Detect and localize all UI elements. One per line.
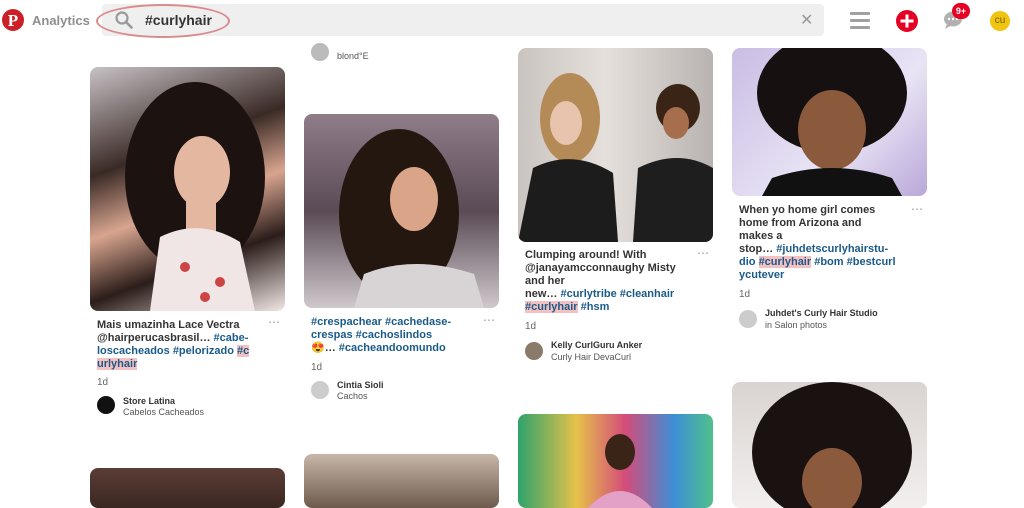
hashtag-link[interactable]: #crespachear #cachedase- (311, 316, 491, 329)
pin-text: stop… (739, 243, 774, 255)
pin-text: home from Arizona and (739, 217, 862, 229)
pin-text: and her (525, 275, 565, 287)
search-icon (115, 11, 133, 29)
pin-timestamp: 1d (97, 377, 109, 388)
pin-description[interactable]: #crespachear #cachedase- crespas #cachos… (311, 316, 491, 355)
clear-search-icon[interactable]: ✕ (800, 10, 813, 30)
more-options-icon[interactable]: ⋯ (268, 315, 281, 329)
pin-image[interactable] (90, 468, 285, 508)
author-avatar[interactable] (311, 381, 329, 399)
top-bar: P Analytics #curlyhair ✕ 9+ cu (0, 0, 1024, 44)
pin-image[interactable] (732, 382, 927, 508)
pin-image[interactable] (518, 48, 713, 242)
pin-text: new… (525, 288, 558, 300)
author-name[interactable]: Store Latina (123, 396, 175, 406)
hashtag-link[interactable]: #hsm (581, 301, 610, 313)
emoji: 😍… (311, 342, 336, 354)
highlighted-hashtag[interactable]: #curlyhair (758, 256, 812, 268)
pin-text: When yo home girl comes (739, 204, 876, 216)
pinterest-logo-icon[interactable]: P (2, 9, 24, 31)
hashtag-link[interactable]: #bom #bestcurl (814, 256, 895, 268)
pin-description[interactable]: Mais umazinha Lace Vectra @hairperucasbr… (97, 319, 282, 371)
author-subtitle: blond°E (337, 51, 369, 61)
highlighted-hashtag[interactable]: #curlyhair (525, 301, 578, 313)
svg-text:P: P (8, 11, 18, 30)
author-avatar[interactable] (97, 396, 115, 414)
analytics-link[interactable]: Analytics (32, 13, 90, 28)
pin-image[interactable] (518, 414, 713, 508)
hashtag-link[interactable]: ycutever (739, 269, 919, 282)
author-subtitle: Cabelos Cacheados (123, 407, 205, 417)
pin-image[interactable] (732, 48, 927, 196)
pin-image[interactable] (90, 67, 285, 311)
author-subtitle: Curly Hair DevaCurl (551, 352, 632, 362)
pin-timestamp: 1d (525, 321, 537, 332)
author-name[interactable]: Kelly CurlGuru Anker (551, 340, 642, 350)
pin-text: Clumping around! With (525, 249, 647, 261)
user-avatar[interactable]: cu (990, 11, 1010, 31)
more-options-icon[interactable]: ⋯ (483, 313, 496, 327)
pin-description[interactable]: Clumping around! With @janayamcconnaughy… (525, 249, 705, 314)
create-pin-plus-icon[interactable] (896, 10, 918, 32)
search-input[interactable]: #curlyhair (145, 12, 212, 28)
more-options-icon[interactable]: ⋯ (697, 246, 710, 260)
hashtag-link[interactable]: #juhdetscurlyhairstu- (776, 243, 888, 255)
pin-text: makes a (739, 230, 783, 242)
pin-text: @janayamcconnaughy Misty (525, 262, 676, 274)
notification-badge: 9+ (952, 3, 970, 19)
author-name[interactable]: Cintia Sioli (337, 380, 384, 390)
author-subtitle: in Salon photos (765, 320, 828, 330)
author-avatar[interactable] (739, 310, 757, 328)
hashtag-link[interactable]: #cacheandoomundo (339, 342, 446, 354)
pin-timestamp: 1d (311, 362, 323, 373)
author-name[interactable]: Juhdet's Curly Hair Studio (765, 308, 878, 318)
author-avatar[interactable] (311, 43, 329, 61)
menu-icon[interactable] (850, 12, 870, 30)
pin-timestamp: 1d (739, 289, 751, 300)
more-options-icon[interactable]: ⋯ (911, 202, 924, 216)
hashtag-link[interactable]: #curlytribe #cleanhair (560, 288, 674, 300)
hashtag-link[interactable]: dio (739, 256, 756, 268)
hashtag-link[interactable]: crespas #cachoslindos (311, 329, 491, 342)
author-subtitle: Cachos (337, 391, 368, 401)
pin-image[interactable] (304, 114, 499, 308)
pin-description[interactable]: When yo home girl comes home from Arizon… (739, 204, 919, 282)
author-avatar[interactable] (525, 342, 543, 360)
